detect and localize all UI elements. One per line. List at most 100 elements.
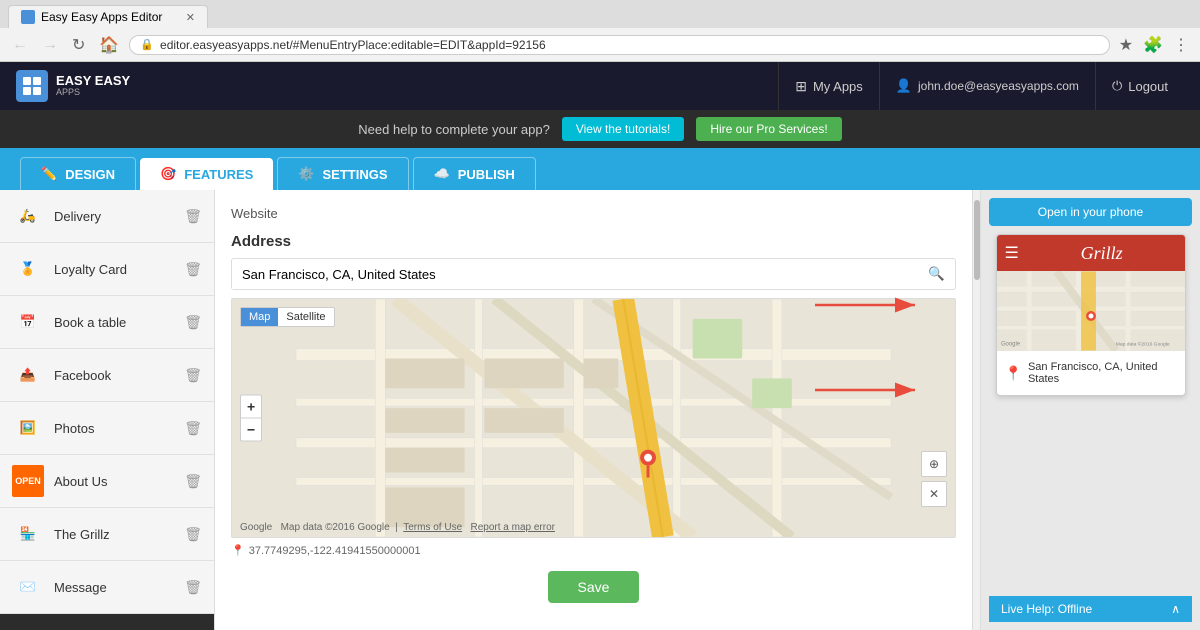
contacts-icon: 🏠 xyxy=(12,624,44,630)
browser-tab[interactable]: Easy Easy Apps Editor ✕ xyxy=(8,5,208,28)
photos-icon: 🖼️ xyxy=(12,412,44,444)
delete-delivery-icon[interactable]: 🗑 xyxy=(184,208,202,225)
tab-navigation: ✏️ DESIGN 🎯 FEATURES ⚙️ SETTINGS ☁️ PUBL… xyxy=(0,148,1200,190)
report-link[interactable]: Report a map error xyxy=(471,522,555,533)
notification-text: Need help to complete your app? xyxy=(358,122,550,137)
sidebar-item-grillz-label: The Grillz xyxy=(54,527,174,542)
reload-button[interactable]: ↻ xyxy=(68,33,89,57)
phone-app-name: Grillz xyxy=(1027,243,1177,264)
sidebar-item-about[interactable]: OPEN About Us 🗑 xyxy=(0,455,214,508)
scrollbar-thumb[interactable] xyxy=(974,200,980,280)
phone-address: 📍 San Francisco, CA, United States xyxy=(997,351,1185,395)
my-apps-nav-item[interactable]: ⊞ My Apps xyxy=(778,62,879,110)
map-tab-map[interactable]: Map xyxy=(241,308,278,326)
header-nav: ⊞ My Apps 👤 john.doe@easyeasyapps.com ⏻ … xyxy=(778,62,1184,110)
save-button[interactable]: Save xyxy=(548,571,640,603)
pro-services-button[interactable]: Hire our Pro Services! xyxy=(696,117,841,141)
map-tab-satellite[interactable]: Satellite xyxy=(278,308,333,326)
logo-text: EASY EASY APPS xyxy=(56,74,130,98)
facebook-icon: 📤 xyxy=(12,359,44,391)
tutorials-button[interactable]: View the tutorials! xyxy=(562,117,685,141)
coordinates-row: 📍 37.7749295,-122.41941550000001 xyxy=(231,544,956,557)
back-button[interactable]: ← xyxy=(8,34,32,56)
delete-message-icon[interactable]: 🗑 xyxy=(184,579,202,596)
sidebar-item-grillz[interactable]: 🏪 The Grillz 🗑 xyxy=(0,508,214,561)
open-in-phone-button[interactable]: Open in your phone xyxy=(989,198,1192,226)
menu-icon[interactable]: ⋮ xyxy=(1170,33,1192,57)
address-search-button[interactable]: 🔍 xyxy=(918,259,955,289)
sidebar-item-message-label: Message xyxy=(54,580,174,595)
about-icon: OPEN xyxy=(12,465,44,497)
publish-icon: ☁️ xyxy=(434,166,450,182)
browser-nav-bar: ← → ↻ 🏠 🔒 editor.easyeasyapps.net/#MenuE… xyxy=(0,28,1200,62)
location-button[interactable]: ⊕ xyxy=(921,451,947,477)
live-help-bar[interactable]: Live Help: Offline ∧ xyxy=(989,596,1192,622)
phone-map: Google Map data ©2016 Google xyxy=(997,271,1185,351)
delete-book-icon[interactable]: 🗑 xyxy=(184,314,202,331)
sidebar-item-loyalty-label: Loyalty Card xyxy=(54,262,174,277)
sidebar-item-delivery[interactable]: 🛵 Delivery 🗑 xyxy=(0,190,214,243)
address-search-row: 🔍 xyxy=(231,258,956,290)
app-header: EASY EASY APPS ⊞ My Apps 👤 john.doe@easy… xyxy=(0,62,1200,110)
content-preview-wrapper: Website Address 🔍 Map Satellite xyxy=(215,190,1200,630)
content-panel: Website Address 🔍 Map Satellite xyxy=(215,190,972,630)
delete-photos-icon[interactable]: 🗑 xyxy=(184,420,202,437)
map-container: Map Satellite xyxy=(231,298,956,538)
browser-chrome: Easy Easy Apps Editor ✕ ← → ↻ 🏠 🔒 editor… xyxy=(0,0,1200,62)
map-attribution: Google Map data ©2016 Google | Terms of … xyxy=(240,522,555,533)
coordinates-text: 37.7749295,-122.41941550000001 xyxy=(249,545,421,557)
phone-preview-panel: Open in your phone ☰ Grillz xyxy=(980,190,1200,630)
logout-nav-item[interactable]: ⏻ Logout xyxy=(1095,62,1184,110)
tab-title: Easy Easy Apps Editor xyxy=(41,10,162,24)
url-text: editor.easyeasyapps.net/#MenuEntryPlace:… xyxy=(160,38,546,52)
loyalty-icon: 🏅 xyxy=(12,253,44,285)
home-button[interactable]: 🏠 xyxy=(95,33,123,57)
extensions-icon[interactable]: 🧩 xyxy=(1140,33,1166,57)
website-row: Website xyxy=(231,206,956,221)
message-icon: ✉️ xyxy=(12,571,44,603)
zoom-out-button[interactable]: − xyxy=(241,418,261,441)
live-help-text: Live Help: Offline xyxy=(1001,602,1092,616)
lock-icon: 🔒 xyxy=(140,38,154,51)
map-tabs: Map Satellite xyxy=(240,307,335,327)
address-input[interactable] xyxy=(232,260,918,289)
address-bar[interactable]: 🔒 editor.easyeasyapps.net/#MenuEntryPlac… xyxy=(129,35,1109,55)
forward-button[interactable]: → xyxy=(38,34,62,56)
sidebar-item-message[interactable]: ✉️ Message 🗑 xyxy=(0,561,214,614)
sidebar-item-delivery-label: Delivery xyxy=(54,209,174,224)
sidebar-item-book-label: Book a table xyxy=(54,315,174,330)
close-tab-icon[interactable]: ✕ xyxy=(186,11,195,24)
bookmark-icon[interactable]: ★ xyxy=(1116,33,1136,57)
delete-grillz-icon[interactable]: 🗑 xyxy=(184,526,202,543)
zoom-in-button[interactable]: + xyxy=(241,396,261,418)
sidebar-item-facebook[interactable]: 📤 Facebook 🗑 xyxy=(0,349,214,402)
tab-design[interactable]: ✏️ DESIGN xyxy=(20,157,136,190)
tab-publish[interactable]: ☁️ PUBLISH xyxy=(413,157,536,190)
map-data-text: Map data ©2016 Google xyxy=(281,522,390,533)
delete-facebook-icon[interactable]: 🗑 xyxy=(184,367,202,384)
grid-icon: ⊞ xyxy=(795,78,807,95)
hamburger-icon[interactable]: ☰ xyxy=(1005,243,1019,263)
sidebar-item-photos[interactable]: 🖼️ Photos 🗑 xyxy=(0,402,214,455)
user-email-label: john.doe@easyeasyapps.com xyxy=(918,79,1079,93)
tab-features[interactable]: 🎯 FEATURES xyxy=(140,158,273,190)
terms-link[interactable]: Terms of Use xyxy=(403,522,462,533)
sidebar-item-book[interactable]: 📅 Book a table 🗑 xyxy=(0,296,214,349)
phone-frame: ☰ Grillz xyxy=(996,234,1186,396)
tab-settings[interactable]: ⚙️ SETTINGS xyxy=(277,157,408,190)
close-map-button[interactable]: ✕ xyxy=(921,481,947,507)
book-icon: 📅 xyxy=(12,306,44,338)
phone-location-icon: 📍 xyxy=(1005,365,1022,382)
delete-about-icon[interactable]: 🗑 xyxy=(184,473,202,490)
svg-text:Google: Google xyxy=(1000,342,1020,348)
phone-address-text: San Francisco, CA, United States xyxy=(1028,361,1177,385)
delete-loyalty-icon[interactable]: 🗑 xyxy=(184,261,202,278)
address-heading: Address xyxy=(231,233,956,250)
user-email-nav-item[interactable]: 👤 john.doe@easyeasyapps.com xyxy=(879,62,1095,110)
design-icon: ✏️ xyxy=(41,166,57,182)
sidebar-item-about-label: About Us xyxy=(54,474,174,489)
settings-icon: ⚙️ xyxy=(298,166,314,182)
scrollbar[interactable] xyxy=(972,190,980,630)
sidebar-item-contacts[interactable]: 🏠 Contacts 🗑 xyxy=(0,614,214,630)
sidebar-item-loyalty[interactable]: 🏅 Loyalty Card 🗑 xyxy=(0,243,214,296)
